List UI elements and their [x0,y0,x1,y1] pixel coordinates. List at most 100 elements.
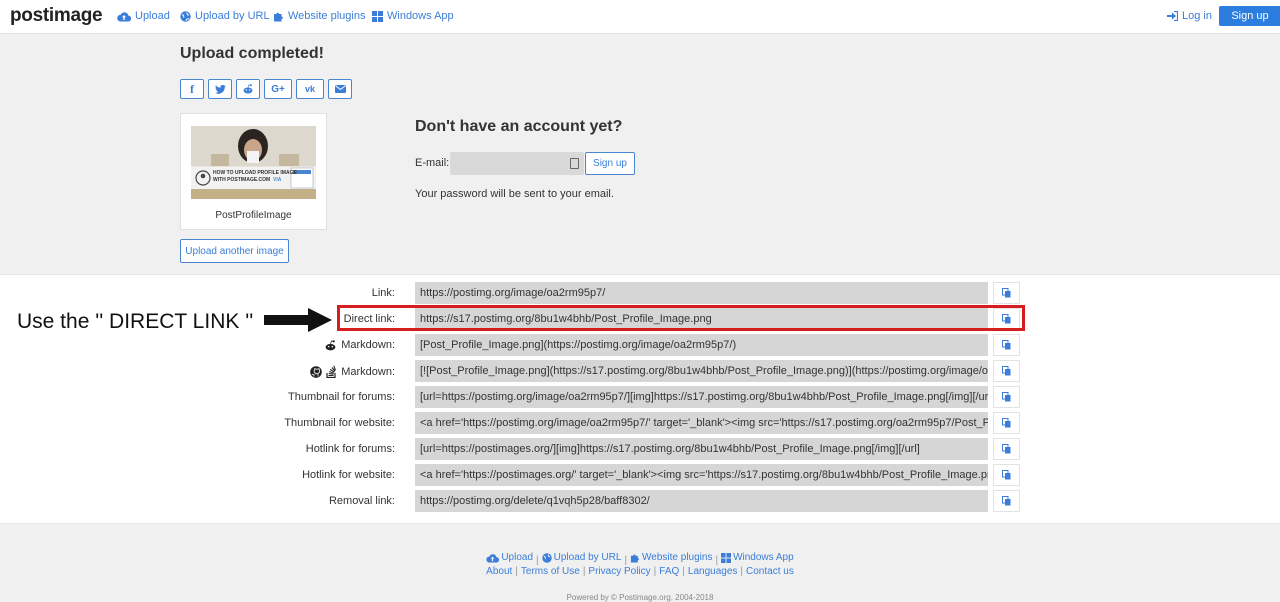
login-link[interactable]: Log in [1167,10,1212,22]
share-reddit-button[interactable] [236,79,260,99]
footer-website-plugins-link[interactable]: Website plugins [630,552,712,563]
markdown-reddit-row: Markdown: [Post_Profile_Image.png](https… [0,334,1280,356]
nav-website-plugins-label: Website plugins [288,10,366,22]
hotlink-forums-field[interactable]: [url=https://postimages.org/][img]https:… [415,438,988,460]
copy-icon [1002,340,1011,350]
nav-upload-by-url-label: Upload by URL [195,10,270,22]
share-facebook-button[interactable]: f [180,79,204,99]
email-label: E-mail: [415,157,450,169]
stackoverflow-icon [326,365,337,378]
share-google-plus-button[interactable]: G+ [264,79,292,99]
nav-upload[interactable]: Upload [117,10,170,22]
password-note: Your password will be sent to your email… [415,188,614,200]
footer-about-link[interactable]: About [486,566,512,577]
github-icon [310,365,323,378]
nav-windows-app-label: Windows App [387,10,454,22]
puzzle-icon [274,12,283,21]
share-buttons: f G+ vk [180,79,352,99]
copy-icon [1002,392,1011,402]
footer-nav: Upload | Upload by URL | Website plugins | Win… [0,552,1280,566]
thumbnail-website-label: Thumbnail for website: [284,417,395,429]
copy-link-button[interactable] [993,282,1020,304]
removal-link-field[interactable]: https://postimg.org/delete/q1vqh5p28/baf… [415,490,988,512]
markdown-github-label: Markdown: [310,365,395,378]
footer-info-links: About | Terms of Use | Privacy Policy | FAQ | La… [486,566,794,577]
footer-faq-link[interactable]: FAQ [659,566,679,577]
copy-removal-link-button[interactable] [993,490,1020,512]
thumbnail-website-field[interactable]: <a href='https://postimg.org/image/oa2rm… [415,412,988,434]
copy-icon [1002,418,1011,428]
hotlink-website-field[interactable]: <a href='https://postimages.org/' target… [415,464,988,486]
link-field[interactable]: https://postimg.org/image/oa2rm95p7/ [415,282,988,304]
email-signup-button[interactable]: Sign up [585,152,635,175]
copy-thumbnail-forums-button[interactable] [993,386,1020,408]
google-plus-icon: G+ [271,83,285,95]
markdown-reddit-label: Markdown: [324,339,395,351]
copy-hotlink-forums-button[interactable] [993,438,1020,460]
thumbnail-forums-row: Thumbnail for forums: [url=https://posti… [0,386,1280,408]
cloud-upload-icon [486,553,500,563]
signup-button[interactable]: Sign up [1219,6,1280,26]
copy-icon [1002,366,1011,376]
hotlink-website-label: Hotlink for website: [302,469,395,481]
powered-by-text: Powered by © Postimage.org, 2004-2018 [566,593,714,602]
windows-icon [721,552,732,563]
copy-icon [1002,288,1011,298]
globe-icon [541,552,552,563]
removal-link-label: Removal link: [328,495,395,507]
hotlink-website-row: Hotlink for website: <a href='https://po… [0,464,1280,486]
hotlink-forums-label: Hotlink for forums: [305,443,395,455]
nav-upload-by-url[interactable]: Upload by URL [180,10,270,22]
uploaded-image-card: HOW TO UPLOAD PROFILE IMAGE WITH POSTIMA… [180,113,327,230]
direct-link-highlight-box [337,305,1025,331]
facebook-icon: f [190,81,194,96]
footer-upload-by-url-link[interactable]: Upload by URL [541,552,621,563]
footer-languages-link[interactable]: Languages [688,566,738,577]
password-manager-icon[interactable] [570,158,579,169]
puzzle-icon [630,554,639,563]
copy-icon [1002,444,1011,454]
footer-upload-link[interactable]: Upload [486,552,533,563]
email-icon [334,85,346,93]
share-vk-button[interactable]: vk [296,79,324,99]
reddit-icon [243,84,253,94]
footer-contact-link[interactable]: Contact us [746,566,794,577]
markdown-reddit-field[interactable]: [Post_Profile_Image.png](https://postimg… [415,334,988,356]
nav-windows-app[interactable]: Windows App [372,10,454,22]
copy-icon [1002,496,1011,506]
share-twitter-button[interactable] [208,79,232,99]
postimage-logo[interactable]: postimage [10,5,103,27]
uploaded-image-thumbnail[interactable]: HOW TO UPLOAD PROFILE IMAGE WITH POSTIMA… [191,126,316,199]
footer-windows-app-link[interactable]: Windows App [721,552,794,563]
share-email-button[interactable] [328,79,352,99]
copy-icon [1002,470,1011,480]
copy-markdown-reddit-button[interactable] [993,334,1020,356]
upload-another-image-button[interactable]: Upload another image [180,239,289,263]
upload-completed-heading: Upload completed! [180,45,325,62]
annotation-arrow-icon [264,308,332,332]
thumbnail-text-2: WITH POSTIMAGE.COM [213,177,271,183]
removal-link-row: Removal link: https://postimg.org/delete… [0,490,1280,512]
thumbnail-forums-field[interactable]: [url=https://postimg.org/image/oa2rm95p7… [415,386,988,408]
hotlink-forums-row: Hotlink for forums: [url=https://postima… [0,438,1280,460]
account-heading: Don't have an account yet? [415,118,623,135]
copy-thumbnail-website-button[interactable] [993,412,1020,434]
reddit-icon [325,339,336,350]
cloud-upload-icon [117,11,131,22]
login-label: Log in [1182,10,1212,22]
thumbnail-text-1: HOW TO UPLOAD PROFILE IMAGE [213,170,297,176]
copy-hotlink-website-button[interactable] [993,464,1020,486]
thumbnail-text-3: VIA [273,177,282,183]
copy-markdown-github-button[interactable] [993,360,1020,382]
link-label: Link: [371,287,395,299]
footer-terms-link[interactable]: Terms of Use [521,566,580,577]
sign-in-icon [1167,11,1178,21]
top-navbar: postimage Upload Upload by URL Website p… [0,0,1280,34]
email-input[interactable] [450,152,584,175]
thumbnail-website-row: Thumbnail for website: <a href='https://… [0,412,1280,434]
link-row: Link: https://postimg.org/image/oa2rm95p… [0,282,1280,304]
nav-website-plugins[interactable]: Website plugins [273,10,365,22]
markdown-github-field[interactable]: [![Post_Profile_Image.png](https://s17.p… [415,360,988,382]
footer-privacy-link[interactable]: Privacy Policy [588,566,650,577]
thumbnail-graphic [191,126,316,199]
